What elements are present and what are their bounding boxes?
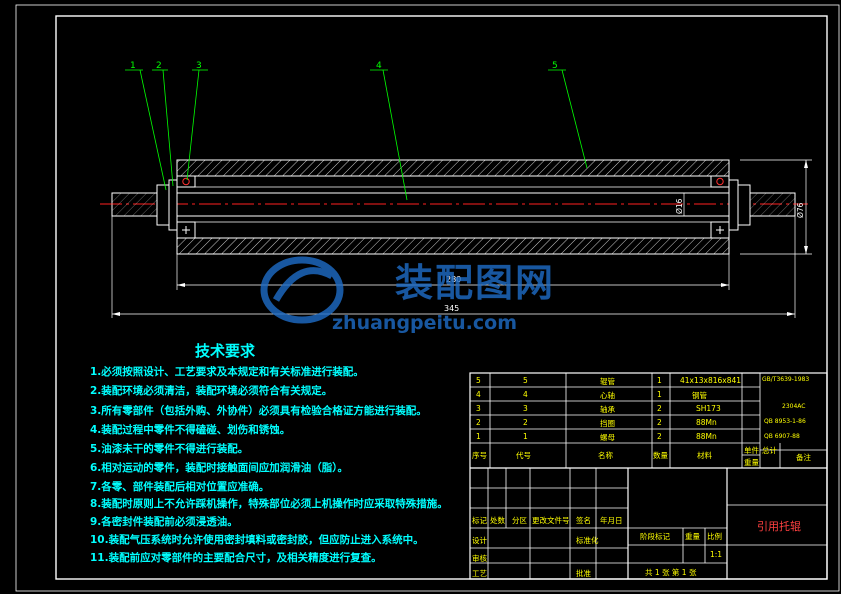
requirement-item: 1.必须按照设计、工艺要求及本规定和有关标准进行装配。 [90, 366, 364, 378]
nut-left [156, 184, 170, 226]
bom-seq: 2 [476, 418, 481, 427]
bearing-left-bottom [176, 221, 196, 239]
tb-review: 审核 [472, 554, 487, 563]
bom-qty: 2 [657, 404, 662, 413]
bom-seq: 3 [476, 404, 481, 413]
bom-header-note: 备注 [796, 453, 811, 462]
balloon-5: 5 [552, 61, 558, 71]
ring-left [168, 179, 178, 231]
bom-material: 88Mn [696, 432, 717, 441]
bearing-left-top [176, 175, 196, 188]
bom-name: 心轴 [600, 391, 615, 400]
requirement-item: 7.各零、部件装配后相对位置应准确。 [90, 481, 270, 493]
tb-sign: 签名 [576, 516, 591, 525]
balloon-2: 2 [156, 61, 162, 71]
bom-header-total: 总计 [762, 446, 777, 455]
bom-qty: 2 [657, 418, 662, 427]
bom-name: 挡圈 [600, 419, 615, 428]
tb-scale-label: 比例 [707, 532, 722, 541]
tb-design: 设计 [472, 536, 487, 545]
balloon-4: 4 [376, 61, 382, 71]
bom-qty: 1 [657, 376, 662, 385]
bom-code: 4 [523, 390, 528, 399]
bom-header-name: 名称 [598, 451, 613, 460]
bom-seq: 5 [476, 376, 481, 385]
nut-right [737, 184, 751, 226]
dim-shaft-dia: Ø16 [675, 198, 684, 214]
bom-qty: 2 [657, 432, 662, 441]
watermark-text: 装配图网 [395, 261, 556, 305]
dim-outer-dia: Ø76 [796, 202, 805, 218]
bom-std: QB 6907-88 [764, 433, 800, 440]
bom-qty: 1 [657, 390, 662, 399]
requirement-item: 9.各密封件装配前必须浸透油。 [90, 516, 238, 528]
tb-change-doc: 更改文件号 [532, 516, 570, 525]
tb-process: 工艺 [472, 569, 487, 578]
bom-std: GB/T3639-1983 [762, 376, 810, 383]
bom-code: 2 [523, 418, 528, 427]
bearing-right-bottom [710, 221, 730, 239]
requirement-item: 10.装配气压系统时允许使用密封填料或密封胶，但应防止进入系统中。 [90, 534, 424, 546]
tb-approve: 批准 [576, 569, 591, 578]
watermark-logo-icon [260, 256, 344, 324]
ring-right [728, 179, 739, 231]
bom-code: 5 [523, 376, 528, 385]
requirement-item: 4.装配过程中零件不得磕碰、划伤和锈蚀。 [90, 424, 291, 436]
bom-header-weight: 重量 [744, 458, 759, 467]
tb-scale: 1:1 [710, 550, 723, 559]
requirement-item: 2.装配环境必须清洁，装配环境必须符合有关规定。 [90, 385, 333, 397]
bom-header-code: 代号 [516, 451, 531, 460]
requirements-title: 技术要求 [195, 342, 256, 360]
bom-header-qty: 数量 [653, 451, 668, 460]
tb-weight: 重量 [685, 532, 700, 541]
balloon-3: 3 [196, 61, 202, 71]
requirement-item: 6.相对运动的零件，装配时接触面间应加润滑油（脂）。 [90, 462, 349, 474]
tb-count: 处数 [490, 516, 505, 525]
tb-standardization: 标准化 [576, 536, 599, 545]
bom-std: 2304AC [782, 403, 806, 410]
shaft [111, 192, 796, 217]
requirement-item: 11.装配前应对零部件的主要配合尺寸，及相关精度进行复查。 [90, 552, 382, 564]
tb-sheet: 共 1 张 第 1 张 [645, 568, 697, 577]
bom-material: 88Mn [696, 418, 717, 427]
bom-header-material: 材料 [697, 451, 712, 460]
tb-zone: 分区 [512, 516, 527, 525]
watermark-url: zhuangpeitu.com [332, 312, 517, 334]
bom-seq: 4 [476, 390, 481, 399]
bom-material: 钢管 [692, 391, 707, 400]
bom-name: 辊管 [600, 377, 615, 386]
bom-header-single: 单件 [744, 446, 759, 455]
balloon-1: 1 [130, 61, 136, 71]
bom-header-seq: 序号 [472, 451, 487, 460]
requirement-item: 5.油漆未干的零件不得进行装配。 [90, 443, 249, 455]
bearing-right-top [710, 175, 730, 188]
requirement-item: 3.所有零部件（包括外购、外协件）必须具有检验合格证方能进行装配。 [90, 405, 427, 417]
bom-name: 轴承 [600, 405, 615, 414]
bom-seq: 1 [476, 432, 481, 441]
bom-code: 1 [523, 432, 528, 441]
bom-name: 螺母 [600, 433, 615, 442]
tb-stage: 阶段标记 [640, 532, 670, 541]
bom-material: 41x13x816x841 [680, 376, 742, 385]
bom-code: 3 [523, 404, 528, 413]
tb-part-name: 引用托辊 [757, 520, 801, 533]
bom-std: QB 8953-1-86 [764, 418, 806, 425]
requirement-item: 8.装配时原则上不允许踩机操作，特殊部位必须上机操作时应采取特殊措施。 [90, 498, 448, 510]
tb-mark: 标记 [472, 516, 487, 525]
tb-date: 年月日 [600, 516, 623, 525]
bom-material: SH173 [696, 404, 721, 413]
tube-top-section [176, 159, 730, 177]
